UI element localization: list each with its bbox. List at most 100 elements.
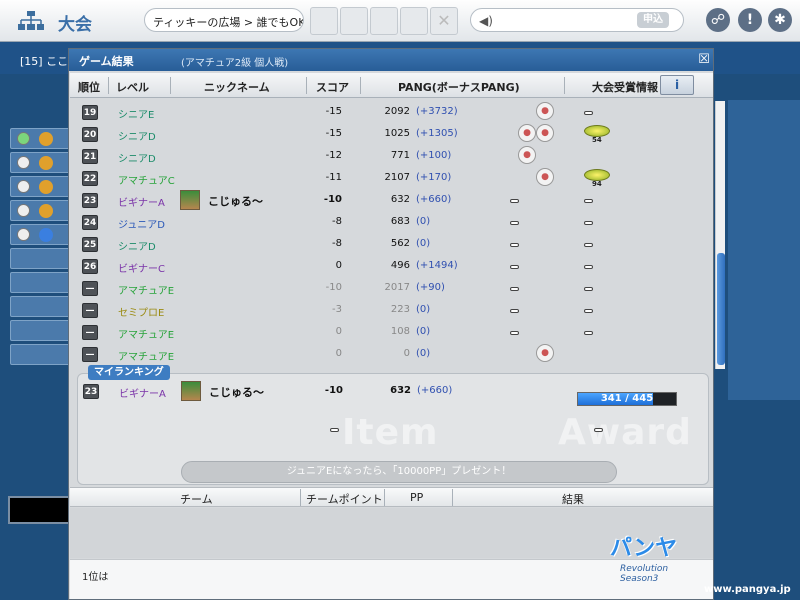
bonus-pang: (+3732): [416, 106, 458, 117]
result-row[interactable]: — アマチュアE 0 0 (0) ●: [70, 343, 700, 365]
dialog-subtitle: (アマチュア2級 個人戦): [181, 58, 289, 69]
item-slot: [330, 428, 339, 432]
rank-badge: 21: [82, 149, 98, 164]
pang: 2017: [384, 282, 410, 293]
bonus-pang: (+170): [416, 172, 452, 183]
col-rank[interactable]: 順位: [78, 79, 100, 95]
item-empty-icon: [510, 221, 519, 225]
breadcrumb[interactable]: ティッキーの広場 > 誰でもOK！1: [144, 8, 304, 32]
award-empty-icon: [584, 111, 593, 115]
col-award-info: 大会受賞情報: [592, 81, 658, 94]
speaker-icon[interactable]: ◀): [479, 14, 493, 28]
player-slot[interactable]: [10, 296, 72, 317]
avatar: [180, 190, 200, 210]
pang: 1025: [384, 128, 410, 139]
result-row[interactable]: — アマチュアE 0 108 (0): [70, 321, 700, 343]
player-slot[interactable]: [10, 224, 72, 245]
award-slot: [594, 428, 603, 432]
player-slot[interactable]: [10, 152, 72, 173]
brand-url: www.pangya.jp: [704, 584, 791, 595]
nickname: こじゅる～: [208, 195, 263, 208]
rank-badge: 20: [82, 127, 98, 142]
rank-badge: 19: [82, 105, 98, 120]
cat-icon[interactable]: [340, 7, 368, 35]
users-icon[interactable]: ☍: [706, 8, 730, 32]
level-label: シニアD: [118, 132, 156, 143]
cross-icon[interactable]: ✕: [430, 7, 458, 35]
bonus-pang: (+1494): [416, 260, 458, 271]
close-icon[interactable]: ☒: [697, 52, 711, 67]
level-label: アマチュアE: [118, 330, 175, 341]
score: -12: [325, 150, 342, 161]
scrollbar[interactable]: [715, 101, 725, 369]
rank-badge: 22: [82, 171, 98, 186]
award-empty-icon: [584, 243, 593, 247]
dialog-titlebar[interactable]: ゲーム結果 (アマチュア2級 個人戦) ☒: [69, 49, 713, 71]
player-slot[interactable]: [10, 272, 72, 293]
result-row[interactable]: 20 シニアD -15 1025 (+1305) ● ● 54: [70, 123, 700, 145]
award-empty-icon: [584, 221, 593, 225]
scrollbar-thumb[interactable]: [717, 253, 725, 365]
level-label: アマチュアE: [118, 286, 175, 297]
progress-label: 341 / 445: [600, 393, 654, 404]
col-nickname[interactable]: ニックネーム: [204, 79, 270, 95]
club-icon[interactable]: [370, 7, 398, 35]
col-level[interactable]: レベル: [116, 79, 149, 95]
award-info-button[interactable]: i: [660, 75, 694, 95]
chat-input[interactable]: ◀) 申込: [470, 8, 684, 32]
dialog-title: ゲーム結果: [79, 55, 134, 68]
player-slot[interactable]: [10, 344, 72, 365]
pang: 2092: [384, 106, 410, 117]
col-result: 結果: [562, 493, 584, 506]
tournament-tree-icon[interactable]: [16, 10, 46, 32]
results-list[interactable]: 19 シニアE -15 2092 (+3732) ● 20 シニアD -15 1025 (+1305…: [70, 101, 713, 369]
result-row[interactable]: 25 シニアD -8 562 (0): [70, 233, 700, 255]
results-header: 順位 レベル ニックネーム スコア PANG(ボーナスPANG) 大会受賞情報 …: [70, 73, 713, 98]
score: -8: [332, 216, 342, 227]
award-empty-icon: [584, 331, 593, 335]
col-pang[interactable]: PANG(ボーナスPANG): [398, 79, 520, 95]
result-row[interactable]: 22 アマチュアC -11 2107 (+170) ● 94: [70, 167, 700, 189]
result-row[interactable]: 26 ビギナーC 0 496 (+1494): [70, 255, 700, 277]
character-icon[interactable]: [310, 7, 338, 35]
pang: 632: [390, 194, 410, 205]
player-slot[interactable]: [10, 320, 72, 341]
player-slot[interactable]: [10, 200, 72, 221]
bonus-pang: (0): [416, 326, 431, 337]
col-team: チーム: [180, 493, 213, 506]
result-row[interactable]: — セミプロE -3 223 (0): [70, 299, 700, 321]
score: -10: [325, 282, 342, 293]
pang: 108: [390, 326, 410, 337]
my-ranking-tab: マイランキング: [88, 365, 170, 380]
mascot-icon: ●: [536, 344, 554, 362]
level-label: シニアD: [118, 154, 156, 165]
result-row[interactable]: 24 ジュニアD -8 683 (0): [70, 211, 700, 233]
result-row[interactable]: 23 ビギナーA こじゅる～ -10 632 (+660): [70, 189, 700, 211]
score: -15: [325, 106, 342, 117]
app-title: 大会: [58, 15, 92, 35]
player-slot[interactable]: [10, 176, 72, 197]
award-empty-icon: [584, 199, 593, 203]
award-empty-icon: [584, 265, 593, 269]
level-label: ジュニアD: [118, 220, 166, 231]
chat-log-box[interactable]: [8, 496, 70, 524]
ball-icon[interactable]: [400, 7, 428, 35]
mascot-icon: ●: [518, 124, 536, 142]
gear-icon[interactable]: ✱: [768, 8, 792, 32]
pang: 496: [390, 260, 410, 271]
score: 0: [335, 260, 342, 271]
pang: 562: [390, 238, 410, 249]
result-row[interactable]: 19 シニアE -15 2092 (+3732) ●: [70, 101, 700, 123]
help-icon[interactable]: !: [738, 8, 762, 32]
col-score[interactable]: スコア: [316, 79, 349, 95]
result-row[interactable]: 21 シニアD -12 771 (+100) ●: [70, 145, 700, 167]
player-slot[interactable]: [10, 128, 72, 149]
result-row[interactable]: — アマチュアE -10 2017 (+90): [70, 277, 700, 299]
player-slot[interactable]: [10, 248, 72, 269]
apply-button[interactable]: 申込: [637, 12, 669, 28]
item-empty-icon: [510, 331, 519, 335]
mascot-icon: ●: [536, 124, 554, 142]
pang: 0: [403, 348, 410, 359]
mascot-icon: ●: [518, 146, 536, 164]
score: -3: [332, 304, 342, 315]
